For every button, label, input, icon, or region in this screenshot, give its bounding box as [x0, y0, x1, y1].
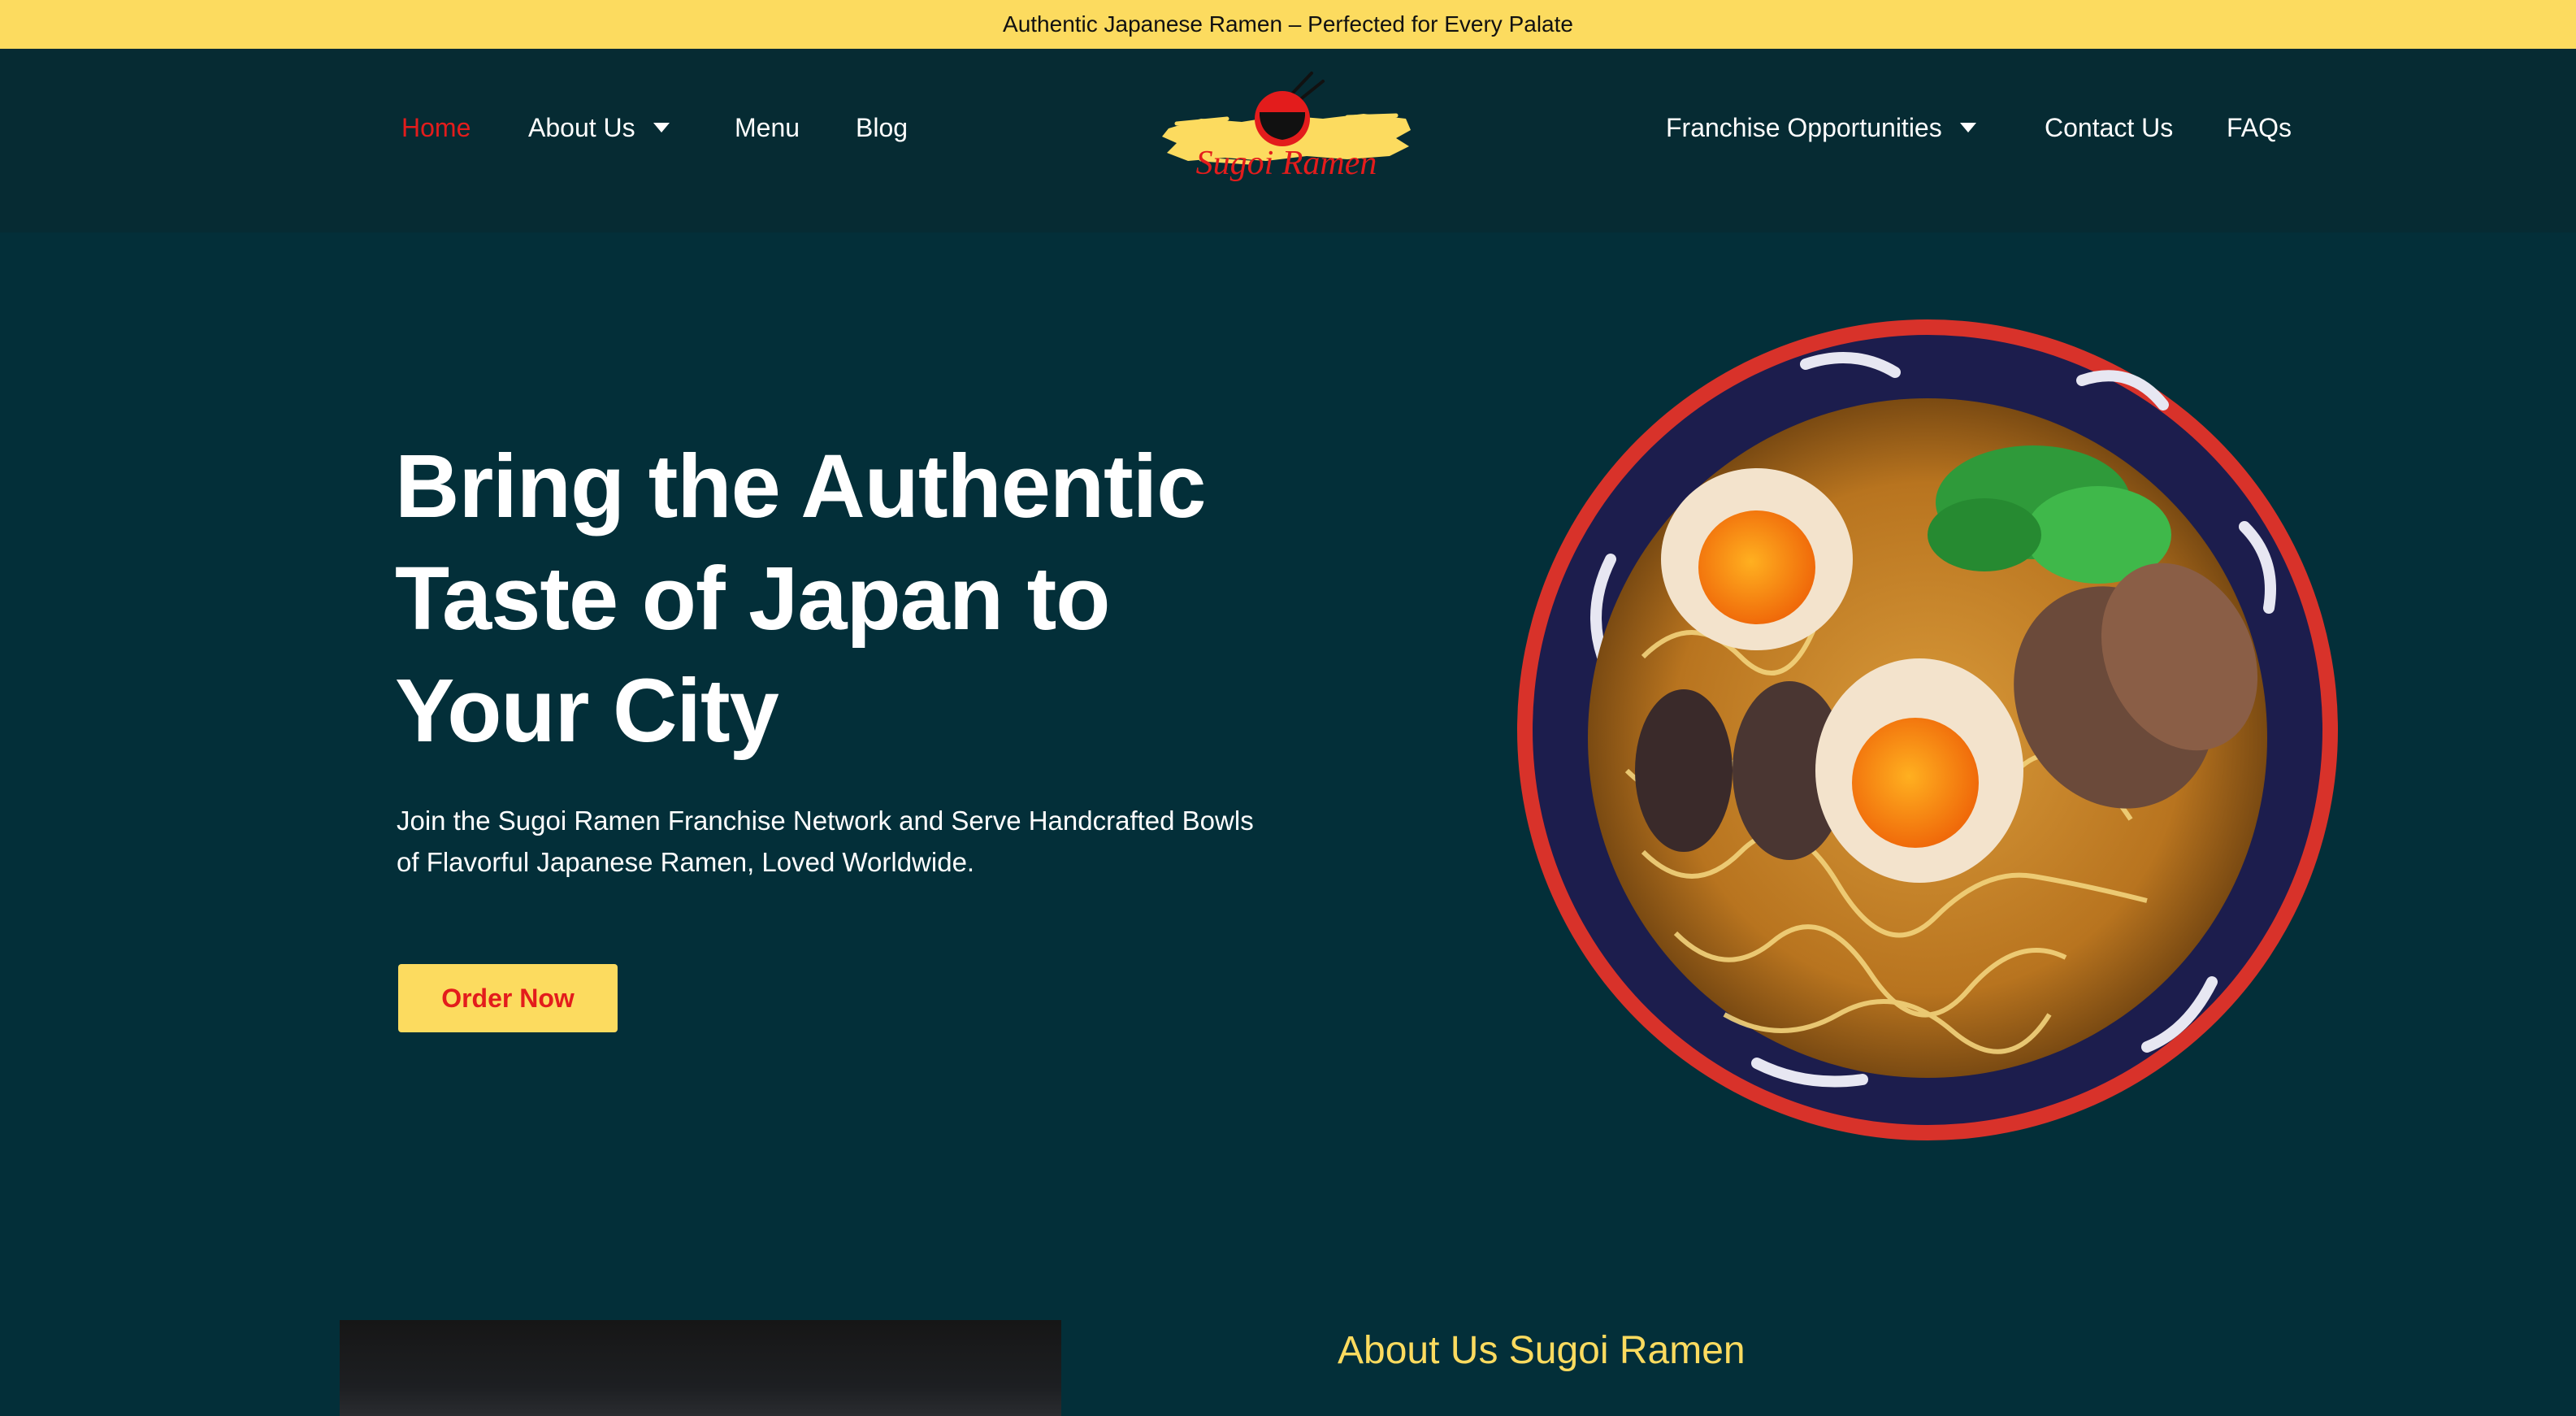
nav-link-menu[interactable]: Menu — [735, 107, 800, 148]
nav-link-about-us[interactable]: About Us — [528, 107, 670, 148]
announcement-text: Authentic Japanese Ramen – Perfected for… — [1003, 11, 1573, 37]
hero-title: Bring the Authentic Taste of Japan to Yo… — [395, 431, 1370, 767]
nav-link-contact-us[interactable]: Contact Us — [2045, 107, 2173, 148]
nav-link-home[interactable]: Home — [401, 107, 471, 148]
nav-link-label: Contact Us — [2045, 113, 2174, 142]
order-now-button[interactable]: Order Now — [398, 964, 618, 1032]
nav-link-label: Menu — [735, 113, 800, 142]
logo-wordmark: Sugoi Ramen — [1196, 145, 1377, 182]
chevron-down-icon — [653, 123, 670, 132]
nav-link-label: Franchise Opportunities — [1666, 113, 1942, 142]
nav-link-franchise-opportunities[interactable]: Franchise Opportunities — [1666, 107, 1976, 148]
announcement-bar: Authentic Japanese Ramen – Perfected for… — [0, 0, 2576, 49]
hero-title-line: Taste of Japan to — [395, 549, 1110, 649]
hero-title-line: Your City — [395, 661, 779, 761]
chevron-down-icon — [1959, 123, 1976, 132]
hero-subtitle-line: Join the Sugoi Ramen Franchise Network a… — [397, 806, 1254, 836]
nav-link-label: Blog — [856, 113, 909, 142]
main-navigation: Home About Us Menu Blog Sugoi Ramen Fran… — [0, 49, 2576, 232]
hero-subtitle-line: of Flavorful Japanese Ramen, Loved World… — [397, 847, 975, 877]
hero-title-line: Bring the Authentic — [395, 437, 1206, 536]
nav-link-label: Home — [401, 113, 471, 142]
nav-link-faqs[interactable]: FAQs — [2227, 107, 2292, 148]
hero-subtitle: Join the Sugoi Ramen Franchise Network a… — [397, 800, 1307, 883]
nav-link-label: FAQs — [2227, 113, 2292, 142]
ramen-bowl-image — [1517, 319, 2338, 1140]
sugoi-ramen-logo[interactable]: Sugoi Ramen — [1152, 65, 1420, 187]
nav-link-label: About Us — [528, 113, 635, 142]
nav-link-blog[interactable]: Blog — [856, 107, 908, 148]
about-section-heading: About Us Sugoi Ramen — [1338, 1329, 1746, 1372]
about-section-image — [340, 1320, 1061, 1416]
